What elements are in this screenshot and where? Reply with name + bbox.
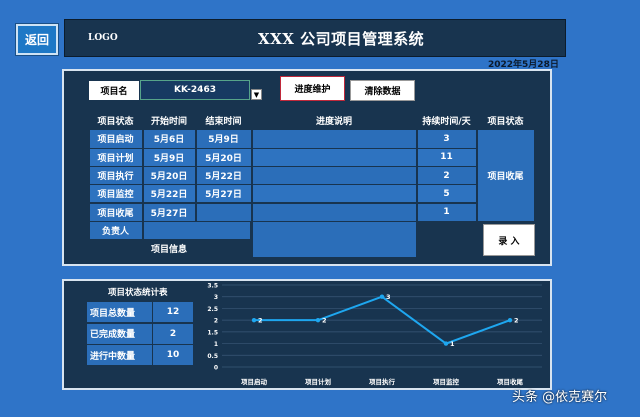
progress-desc-cell[interactable] [252, 185, 416, 203]
y-tick-label: 2.5 [207, 306, 218, 313]
owner-label-cell: 负责人 [89, 221, 142, 240]
y-tick-label: 3.5 [207, 283, 218, 290]
stats-label-cell: 进行中数量 [87, 345, 152, 365]
logo: LOGO [88, 33, 118, 43]
data-point [315, 317, 321, 323]
progress-desc-cell[interactable] [252, 130, 416, 148]
start-date-cell: 5月20日 [143, 166, 195, 185]
table-header-cell: 进度说明 [252, 112, 416, 130]
end-date-cell: 5月20日 [196, 148, 251, 166]
data-point [379, 294, 385, 299]
stats-value-cell: 10 [153, 345, 193, 365]
info-text-area[interactable] [252, 221, 416, 258]
progress-desc-cell[interactable] [252, 148, 416, 166]
project-select[interactable]: KK-2463 [140, 80, 250, 100]
table-header-cell: 项目状态 [89, 112, 142, 130]
progress-desc-cell[interactable] [252, 203, 416, 221]
end-date-cell: 5月9日 [196, 130, 251, 148]
chevron-down-icon[interactable]: ▼ [251, 89, 262, 100]
table-header-cell: 结束时间 [196, 112, 251, 130]
duration-cell: 2 [417, 166, 476, 185]
x-tick-label: 项目计划 [305, 377, 332, 386]
y-tick-label: 3 [214, 294, 218, 301]
end-date-cell: 5月22日 [196, 166, 251, 185]
progress-desc-cell[interactable] [252, 166, 416, 185]
y-tick-label: 1.5 [207, 329, 218, 336]
enter-button[interactable]: 录 入 [483, 224, 535, 256]
y-tick-label: 2 [214, 318, 218, 325]
start-date-cell: 5月9日 [143, 148, 195, 166]
progress-maintain-button[interactable]: 进度维护 [280, 76, 345, 101]
table-header-cell: 持续时间/天 [417, 112, 476, 130]
data-label: 2 [514, 317, 519, 325]
table-header-cell: 开始时间 [143, 112, 195, 130]
duration-cell: 3 [417, 130, 476, 148]
stage-cell: 项目监控 [89, 185, 142, 203]
x-tick-label: 项目启动 [241, 377, 268, 386]
data-point [251, 317, 257, 323]
stats-label-cell: 项目总数量 [87, 302, 152, 322]
duration-cell: 11 [417, 148, 476, 166]
end-date-cell: 5月27日 [196, 185, 251, 203]
stats-value-cell: 12 [153, 302, 193, 322]
stage-cell: 项目执行 [89, 166, 142, 185]
start-date-cell: 5月22日 [143, 185, 195, 203]
x-tick-label: 项目监控 [433, 377, 460, 386]
info-label-cell: 项目信息 [89, 240, 249, 258]
stage-cell: 项目启动 [89, 130, 142, 148]
stage-cell: 项目计划 [89, 148, 142, 166]
data-label: 2 [322, 317, 327, 325]
y-tick-label: 1 [214, 341, 218, 348]
data-label: 2 [258, 317, 263, 325]
back-button[interactable]: 返回 [16, 24, 58, 55]
page-title: XXX 公司项目管理系统 [258, 30, 425, 48]
stage-cell: 项目收尾 [89, 203, 142, 221]
start-date-cell: 5月27日 [143, 203, 195, 221]
owner-value-cell[interactable] [143, 221, 250, 240]
stats-value-cell: 2 [153, 323, 193, 344]
x-tick-label: 项目收尾 [497, 377, 524, 386]
x-tick-label: 项目执行 [369, 377, 396, 386]
data-label: 1 [450, 340, 455, 348]
y-tick-label: 0 [214, 365, 218, 372]
data-point [507, 317, 513, 323]
stats-title: 项目状态统计表 [108, 288, 168, 298]
duration-cell: 5 [417, 185, 476, 203]
data-label: 3 [386, 293, 391, 301]
data-point [443, 341, 449, 346]
end-date-cell [196, 203, 251, 221]
stats-label-cell: 已完成数量 [87, 323, 152, 344]
status-line-chart: 0 0.5 1 1.5 2 2.5 3 3.5 项目启动 项目计划 项目执行 项目监控 项目收尾 2 2 3 1… [207, 283, 542, 386]
status-value-cell: 项目收尾 [477, 130, 534, 221]
watermark: 头条 @依克赛尔 [512, 390, 608, 405]
clear-data-button[interactable]: 清除数据 [350, 80, 415, 101]
duration-cell: 1 [417, 203, 476, 221]
project-name-label: 项目名 [89, 81, 139, 100]
table-header-cell: 项目状态 [477, 112, 534, 130]
y-tick-label: 0.5 [207, 353, 218, 360]
start-date-cell: 5月6日 [143, 130, 195, 148]
